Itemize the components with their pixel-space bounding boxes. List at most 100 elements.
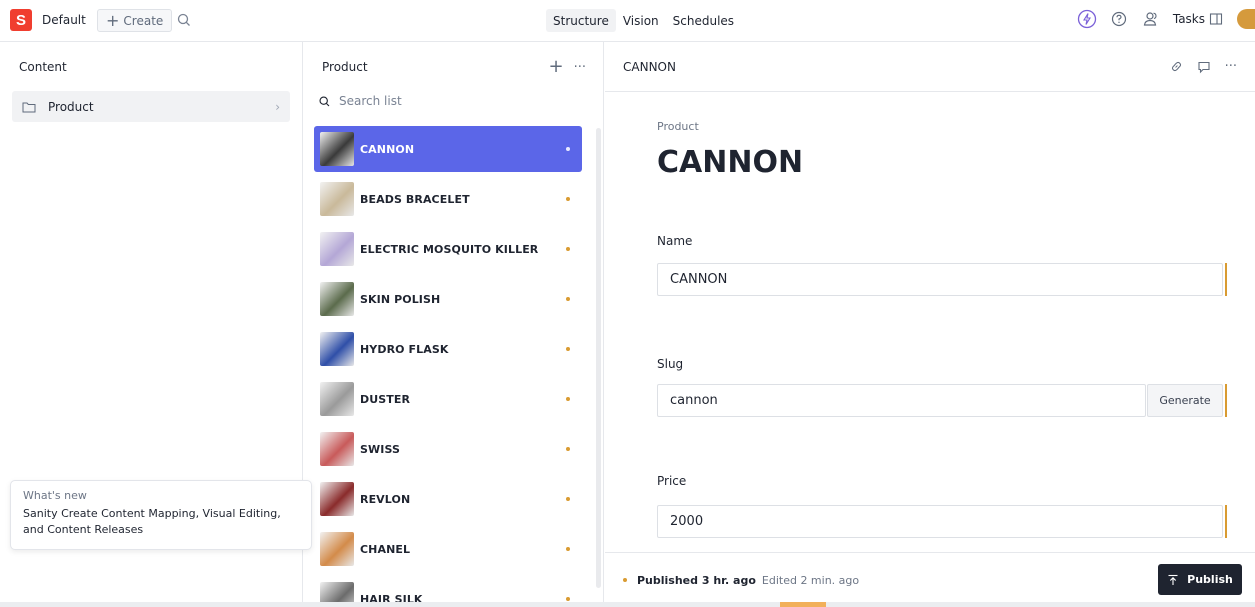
top-right-actions: Tasks [1077,9,1255,29]
changes-dot [566,147,570,151]
document-footer: Published 3 hr. ago Edited 2 min. ago Pu… [605,552,1255,607]
list-item[interactable]: SKIN POLISH [314,276,582,322]
list-item[interactable]: CANNON [314,126,582,172]
comment-icon[interactable] [1197,60,1211,74]
changes-dot [566,447,570,451]
product-list: CANNON BEADS BRACELET ELECTRIC MOSQUITO … [314,126,582,607]
changes-dot [566,547,570,551]
document-title: CANNON [657,145,804,180]
more-options-icon[interactable]: ··· [1225,59,1237,74]
whats-new-card[interactable]: What's new Sanity Create Content Mapping… [10,480,312,550]
product-thumbnail [320,532,354,566]
list-item[interactable]: CHANEL [314,526,582,572]
search-icon[interactable] [176,12,192,28]
product-thumbnail [320,232,354,266]
content-item-label: Product [48,99,94,114]
whats-new-label: What's new [23,489,87,502]
price-field[interactable]: 2000 [657,505,1223,538]
product-thumbnail [320,432,354,466]
product-thumbnail [320,282,354,316]
list-item-title: CHANEL [360,542,411,556]
list-item-title: DUSTER [360,392,411,406]
change-indicator [1225,384,1227,417]
list-item[interactable]: BEADS BRACELET [314,176,582,222]
list-search[interactable]: Search list [318,94,402,108]
chevron-right-icon: › [275,99,280,114]
list-title: Product [322,60,368,74]
generate-slug-button[interactable]: Generate [1147,384,1223,417]
bottom-scroll-strip [0,602,1255,607]
workspace-name[interactable]: Default [42,13,86,27]
list-item-title: SWISS [360,442,400,456]
main-nav: Structure Vision Schedules [546,9,741,32]
document-header-title: CANNON [623,59,676,74]
list-item-title: SKIN POLISH [360,292,441,306]
product-thumbnail [320,132,354,166]
publish-button-label: Publish [1187,573,1233,586]
publish-button[interactable]: Publish [1158,564,1242,595]
add-document-icon[interactable]: + [549,58,564,76]
edited-status: Edited 2 min. ago [761,573,860,587]
tab-schedules[interactable]: Schedules [666,9,741,32]
price-field-label: Price [657,474,687,488]
tab-vision[interactable]: Vision [616,9,666,32]
list-item-title: BEADS BRACELET [360,192,470,206]
avatar[interactable] [1237,9,1255,29]
users-icon[interactable] [1141,9,1161,29]
changes-dot [566,197,570,201]
search-icon [319,95,330,106]
list-item[interactable]: REVLON [314,476,582,522]
folder-icon [22,102,36,112]
change-indicator [1225,263,1227,296]
product-thumbnail [320,182,354,216]
list-item-title: CANNON [360,142,415,156]
list-item-title: ELECTRIC MOSQUITO KILLER [360,242,539,256]
list-header: Product + ··· [304,42,604,92]
list-item[interactable]: SWISS [314,426,582,472]
name-field-label: Name [657,234,693,248]
help-icon[interactable] [1109,9,1129,29]
slug-field[interactable]: cannon [657,384,1146,417]
whats-new-text: Sanity Create Content Mapping, Visual Ed… [23,507,281,536]
content-item-product[interactable]: Product › [12,91,290,122]
create-button[interactable]: + Create [97,9,173,32]
list-item-title: REVLON [360,492,411,506]
create-button-label: Create [123,13,164,28]
tab-structure[interactable]: Structure [546,9,616,32]
document-type-label: Product [657,120,699,133]
more-options-icon[interactable]: ··· [574,60,586,75]
product-list-pane: Product + ··· Search list CANNON BEADS B… [304,42,604,607]
panel-icon [1209,13,1223,25]
product-thumbnail [320,482,354,516]
content-pane-title: Content [19,59,67,74]
product-thumbnail [320,332,354,366]
list-item[interactable]: DUSTER [314,376,582,422]
scroll-accent [780,602,826,607]
plus-icon: + [106,10,120,30]
changes-dot [566,297,570,301]
changes-dot [566,497,570,501]
sanity-logo[interactable]: S [10,9,32,31]
list-item-title: HYDRO FLASK [360,342,449,356]
tasks-label: Tasks [1172,12,1205,26]
lightning-icon[interactable] [1077,9,1097,29]
top-bar: S Default + Create Structure Vision Sche… [0,0,1255,42]
name-field[interactable]: CANNON [657,263,1223,296]
list-item[interactable]: ELECTRIC MOSQUITO KILLER [314,226,582,272]
slug-field-label: Slug [657,357,684,371]
change-indicator [1225,505,1227,538]
changes-dot [566,397,570,401]
list-scrollbar[interactable] [596,128,601,588]
changes-dot [566,247,570,251]
search-list-placeholder: Search list [339,94,402,108]
publish-icon [1168,574,1178,585]
changes-dot [566,347,570,351]
list-item[interactable]: HYDRO FLASK [314,326,582,372]
document-pane: CANNON ··· Product CANNON Name CANNON Sl… [605,42,1255,607]
link-icon[interactable] [1170,60,1183,73]
published-status[interactable]: Published 3 hr. ago [637,574,756,587]
tasks-button[interactable]: Tasks [1173,12,1223,26]
product-thumbnail [320,382,354,416]
changes-dot [566,597,570,601]
status-dot [623,578,627,582]
